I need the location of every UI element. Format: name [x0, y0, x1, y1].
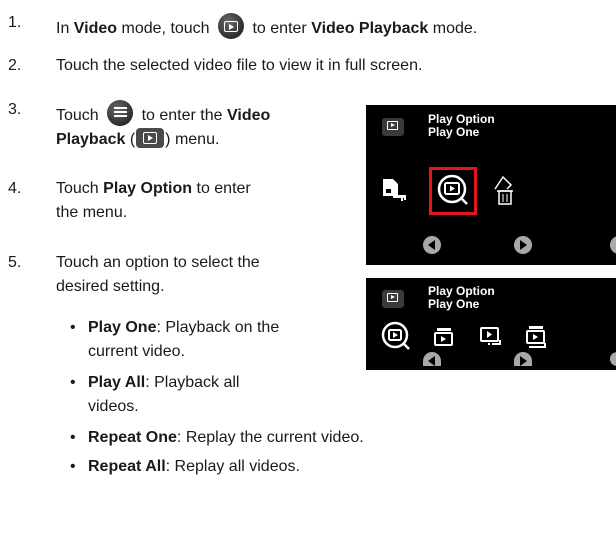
step-3-line-2: Playback ( ) menu. [56, 128, 219, 150]
step-bold-playback: Playback [56, 131, 126, 148]
next-page-button[interactable] [514, 352, 532, 366]
bullet: • [70, 458, 76, 475]
play-option-icon [382, 290, 404, 308]
step-number: 1. [8, 14, 22, 31]
option-desc: : Playback on the [156, 319, 280, 336]
step-text: to enter the [137, 107, 227, 124]
step-text: ) menu. [165, 131, 220, 148]
step-bold-play-option: Play Option [103, 180, 193, 197]
prev-page-button[interactable] [423, 352, 441, 366]
menu-value: Play One [428, 125, 480, 139]
repeat-one-icon[interactable] [478, 324, 504, 350]
play-all-icon[interactable] [432, 325, 456, 349]
step-5-line-2: desired setting. [56, 278, 165, 295]
option-desc-line-2: current video. [88, 343, 185, 360]
step-text: to enter [248, 20, 312, 37]
back-button[interactable] [610, 352, 616, 366]
step-bold-video: Video [73, 20, 118, 37]
repeat-all-icon[interactable] [524, 323, 550, 351]
option-name: Play One [88, 319, 157, 336]
option-desc: : Replay all videos. [165, 458, 300, 475]
option-name: Repeat One [88, 429, 177, 446]
bullet: • [70, 429, 76, 446]
protect-key-icon[interactable] [380, 177, 408, 205]
menu-list-circle-icon [107, 100, 134, 126]
bullet: • [70, 374, 76, 391]
option-desc: : Replay the current video. [176, 429, 364, 446]
step-text: In [56, 20, 74, 37]
video-playback-icon [136, 128, 165, 148]
step-number: 3. [8, 101, 22, 118]
camera-screen-play-option-menu: Play Option Play One [366, 278, 616, 370]
next-page-button[interactable] [514, 236, 532, 254]
step-number: 5. [8, 254, 22, 271]
step-text: Touch [56, 107, 104, 124]
step-4-line-2: the menu. [56, 204, 128, 221]
step-bold-video-playback: Video Playback [311, 20, 429, 37]
play-option-icon[interactable] [436, 173, 470, 207]
step-bold-video: Video [226, 107, 271, 124]
step-text: Touch the selected video file to view it… [56, 57, 423, 74]
step-text: mode, touch [117, 20, 215, 37]
bullet: • [70, 319, 76, 336]
menu-value: Play One [428, 297, 480, 311]
option-name: Repeat All [88, 458, 166, 475]
prev-page-button[interactable] [423, 236, 441, 254]
camera-screen-playback-menu: Play Option Play One [366, 105, 616, 265]
step-text: to enter [192, 180, 251, 197]
step-text: ( [125, 131, 136, 148]
option-desc: : Playback all [145, 374, 240, 391]
option-name: Play All [88, 374, 146, 391]
step-number: 4. [8, 180, 22, 197]
play-one-icon[interactable] [380, 320, 412, 352]
video-playback-icon [382, 118, 404, 136]
option-desc-line-2: videos. [88, 398, 139, 415]
step-text: Touch an option to select the [56, 254, 260, 271]
delete-icon[interactable] [490, 173, 520, 207]
video-playback-circle-icon [218, 13, 245, 39]
step-text: mode. [428, 20, 478, 37]
step-text: Touch [56, 180, 104, 197]
back-button[interactable] [610, 236, 616, 254]
step-number: 2. [8, 57, 22, 74]
